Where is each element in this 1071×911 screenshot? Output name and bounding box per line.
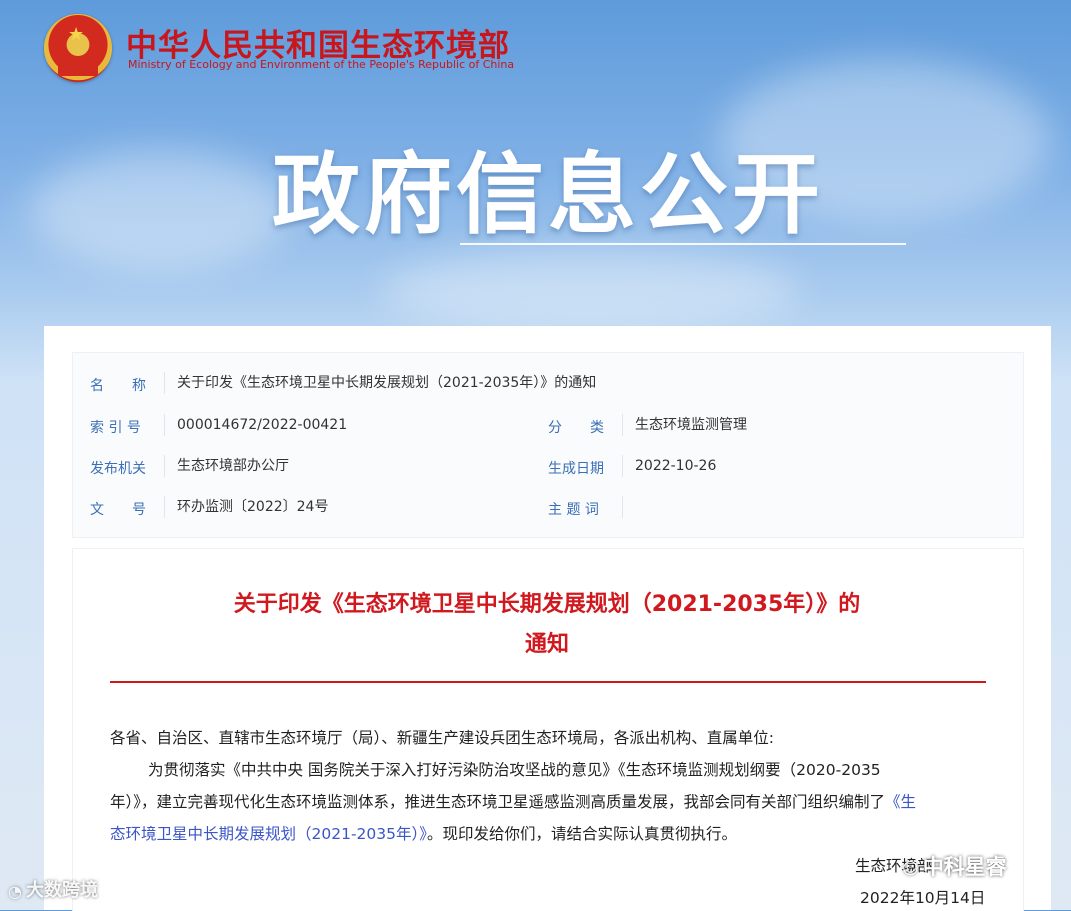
watermark-left-text: 大数跨境 [25, 880, 98, 901]
banner-divider [460, 243, 906, 245]
meta-docno-value: 环办监测〔2022〕24号 [164, 496, 328, 518]
watermark-right-text: 中科星睿 [922, 855, 1007, 879]
meta-index-label: 索 引 号 [90, 420, 141, 436]
plan-document-link[interactable]: 态环境卫星中长期发展规划（2021-2035年）》 [110, 825, 427, 843]
document-paragraph-line: 态环境卫星中长期发展规划（2021-2035年）》。现印发给你们，请结合实际认真… [110, 822, 737, 844]
document-title-line1: 关于印发《生态环境卫星中长期发展规划（2021-2035年）》的 [233, 592, 861, 617]
meta-keywords-label: 主 题 词 [548, 502, 599, 518]
paragraph-text: 年）》，建立完善现代化生态环境监测体系，推进生态环境卫星遥感监测高质量发展，我部… [110, 793, 886, 811]
meta-category-label: 分 类 [548, 420, 604, 436]
meta-name-label: 名 称 [90, 378, 146, 394]
site-header: ★ 中华人民共和国生态环境部 Ministry of Ecology and E… [0, 0, 1071, 330]
title-divider [110, 681, 986, 683]
meta-issuer-value: 生态环境部办公厅 [164, 455, 289, 477]
document-paragraph-line: 为贯彻落实《中共中央 国务院关于深入打好污染防治攻坚战的意见》《生态环境监测规划… [148, 761, 881, 779]
watermark-right: ☺ 中科星睿 [902, 851, 1007, 881]
meta-name-value: 关于印发《生态环境卫星中长期发展规划（2021-2035年）》的通知 [164, 372, 596, 394]
national-emblem-icon: ★ [44, 14, 112, 82]
document-title-line2: 通知 [524, 632, 569, 657]
document-addressee: 各省、自治区、直辖市生态环境厅（局）、新疆生产建设兵团生态环境局，各派出机构、直… [110, 729, 774, 747]
ministry-name-en[interactable]: Ministry of Ecology and Environment of t… [128, 58, 514, 71]
document-paragraph-line: 年）》，建立完善现代化生态环境监测体系，推进生态环境卫星遥感监测高质量发展，我部… [110, 790, 916, 812]
signature-date: 2022年10月14日 [860, 889, 986, 907]
watermark-left: ◔ 大数跨境 [8, 876, 98, 902]
banner-title: 政府信息公开 [272, 143, 825, 246]
meta-keywords-value [622, 496, 645, 518]
meta-docno-label: 文 号 [90, 502, 146, 518]
meta-date-label: 生成日期 [548, 461, 604, 477]
meta-category-value: 生态环境监测管理 [622, 414, 747, 436]
meta-index-value: 000014672/2022-00421 [164, 414, 347, 436]
paragraph-text: 。现印发给你们，请结合实际认真贯彻执行。 [427, 825, 738, 843]
weibo-icon: ◔ [8, 881, 22, 901]
plan-document-link[interactable]: 《生 [885, 793, 916, 811]
meta-date-value: 2022-10-26 [622, 455, 716, 477]
wechat-icon: ☺ [902, 858, 919, 878]
meta-issuer-label: 发布机关 [90, 461, 146, 477]
